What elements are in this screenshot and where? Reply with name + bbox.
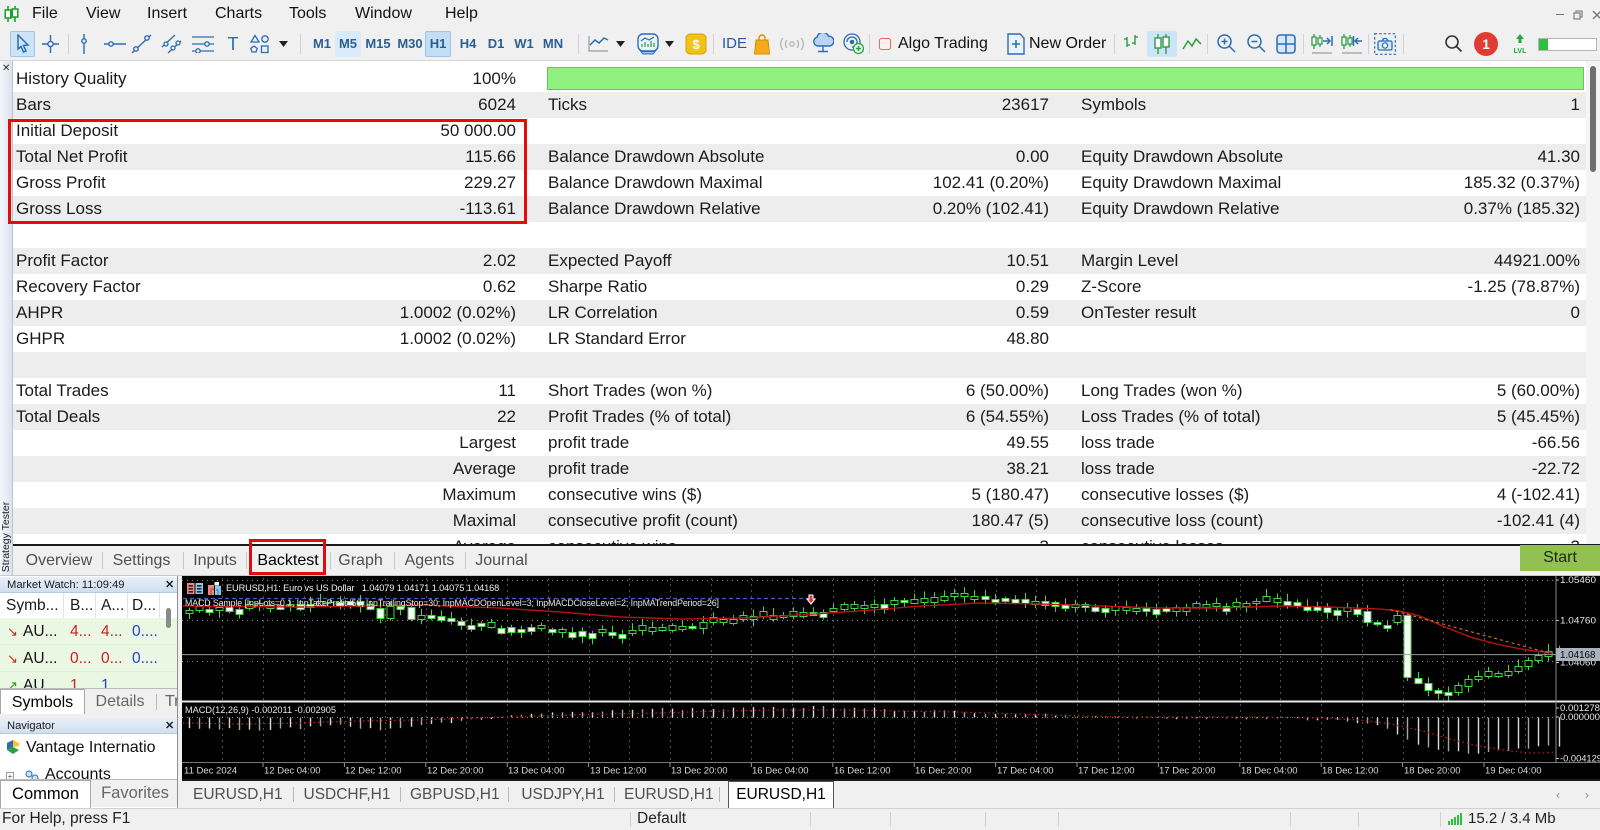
svg-text:18 Dec 04:00: 18 Dec 04:00: [1241, 766, 1298, 777]
svg-text:-0.004129: -0.004129: [1560, 753, 1600, 764]
svg-text:17 Dec 20:00: 17 Dec 20:00: [1159, 766, 1216, 777]
svg-text:0.000000: 0.000000: [1560, 711, 1600, 722]
svg-text:MACD(12,26,9) -0.002011 -0.002: MACD(12,26,9) -0.002011 -0.002905: [185, 705, 336, 715]
svg-text:18 Dec 12:00: 18 Dec 12:00: [1322, 766, 1379, 777]
svg-text:13 Dec 04:00: 13 Dec 04:00: [508, 766, 565, 777]
svg-text:13 Dec 12:00: 13 Dec 12:00: [590, 766, 647, 777]
svg-text:LVL: LVL: [1514, 48, 1527, 55]
svg-text:16 Dec 12:00: 16 Dec 12:00: [834, 766, 891, 777]
svg-text:12 Dec 12:00: 12 Dec 12:00: [345, 766, 402, 777]
svg-text:MACD Sample [InpLots=0.1; InpT: MACD Sample [InpLots=0.1; InpTakeProfit=…: [185, 598, 719, 608]
svg-text:16 Dec 04:00: 16 Dec 04:00: [752, 766, 809, 777]
svg-text:12 Dec 04:00: 12 Dec 04:00: [264, 766, 321, 777]
svg-text:1.04760: 1.04760: [1560, 615, 1596, 626]
svg-text:17 Dec 04:00: 17 Dec 04:00: [997, 766, 1054, 777]
svg-text:17 Dec 12:00: 17 Dec 12:00: [1078, 766, 1135, 777]
svg-text:1.04168: 1.04168: [1560, 650, 1596, 661]
svg-text:12 Dec 20:00: 12 Dec 20:00: [427, 766, 484, 777]
svg-text:1.05460: 1.05460: [1560, 576, 1596, 585]
svg-text:11 Dec 2024: 11 Dec 2024: [184, 766, 237, 777]
svg-text:EURUSD,H1: Euro vs US Dollar: EURUSD,H1: Euro vs US Dollar 1.04079 1.0…: [226, 583, 499, 593]
svg-text:13 Dec 20:00: 13 Dec 20:00: [671, 766, 728, 777]
svg-text:16 Dec 20:00: 16 Dec 20:00: [915, 766, 972, 777]
svg-text:19 Dec 04:00: 19 Dec 04:00: [1485, 766, 1542, 777]
svg-text:$: $: [692, 37, 700, 52]
svg-text:18 Dec 20:00: 18 Dec 20:00: [1404, 766, 1461, 777]
